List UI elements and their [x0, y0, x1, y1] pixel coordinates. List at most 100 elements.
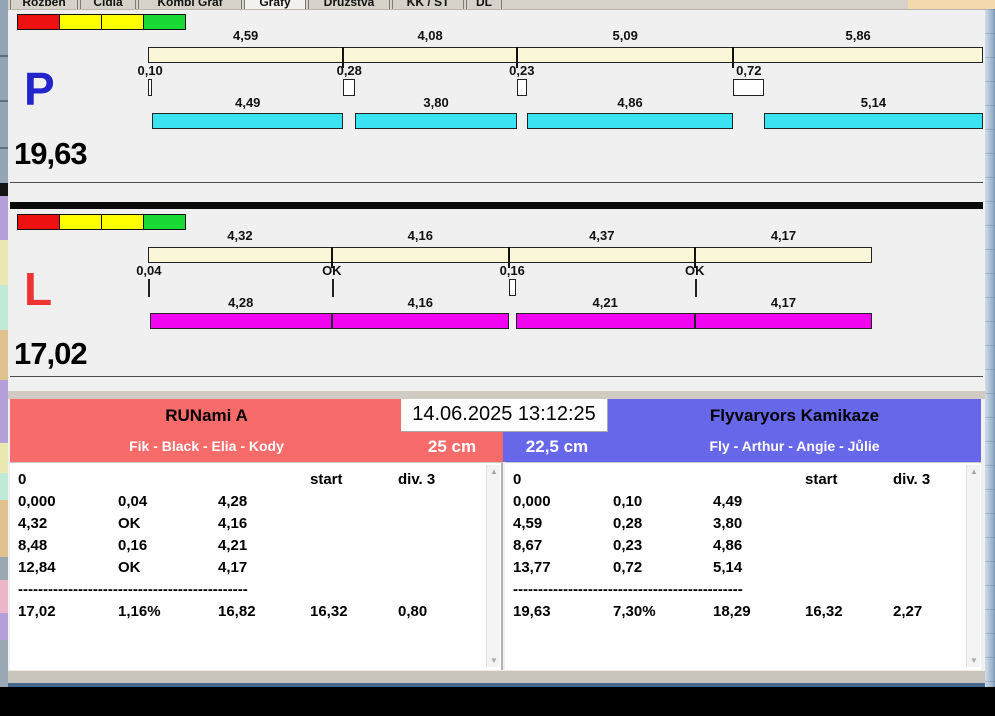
run-bar-segment: [515, 313, 695, 329]
split-time-label: 4,59: [232, 28, 259, 43]
scrollbar[interactable]: ▲ ▼: [486, 465, 500, 667]
split-time-label: 4,16: [407, 228, 433, 243]
total-value: 0,80: [398, 603, 428, 620]
run-time-label: 5,14: [860, 95, 887, 110]
ruler-tick: [0, 147, 8, 149]
lane-p-chart-panel: P 4,59 0,10 4,49 4,08 0,28 3,80 5,09 0,23 4,86 5,…: [10, 10, 983, 183]
legend-light-2: [101, 214, 144, 230]
team-right-dogs: Fly - Arthur - Angie - Jůlie: [709, 438, 880, 454]
split-cumulative: 12,84: [18, 559, 56, 576]
split-cumulative: 8,67: [513, 537, 543, 554]
total-value: 7,30%: [613, 603, 656, 620]
split-bar-segment: [343, 47, 517, 63]
split-bar-segment: [733, 47, 983, 63]
run-time-label: 4,49: [235, 95, 261, 110]
split-bar-segment: [148, 247, 332, 263]
run-bar-segment: [331, 313, 509, 329]
tab-kombi-graf[interactable]: Kombi Graf: [138, 0, 242, 9]
tab-rozb-h[interactable]: Rozběh: [10, 0, 78, 9]
total-value: 16,32: [805, 603, 843, 620]
penalty-label: 0,04: [136, 263, 162, 278]
penalty-value: OK: [118, 559, 141, 576]
penalty-value: 0,28: [613, 515, 643, 532]
scroll-up-icon[interactable]: ▲: [487, 467, 501, 476]
run-bar-segment: [149, 313, 332, 329]
run-bar-segment: [694, 313, 873, 329]
penalty-box: [508, 279, 516, 296]
legend-light-1: [59, 14, 102, 30]
penalty-value: 0,72: [613, 559, 643, 576]
lane-l-total-time: 17,02: [14, 336, 88, 371]
total-value: 19,63: [513, 603, 551, 620]
team-left-jump-height: 25 cm: [427, 437, 477, 456]
total-value: 2,27: [893, 603, 923, 620]
penalty-label: 0,23: [509, 63, 535, 78]
team-right-name: Flyvaryors Kamikaze: [709, 406, 880, 425]
scroll-down-icon[interactable]: ▼: [967, 656, 981, 665]
tab--idla[interactable]: Čidla: [80, 0, 136, 9]
tab-bar: Rozběh Čidla Kombi Graf Grafy Družstva KK / S…: [8, 0, 985, 10]
main-content: P 4,59 0,10 4,49 4,08 0,28 3,80 5,09 0,23 4,86 5,…: [8, 10, 985, 670]
run-time: 4,28: [218, 493, 248, 510]
team-right-jump-height: 22,5 cm: [525, 437, 589, 456]
total-value: 17,02: [18, 603, 56, 620]
window-bottom-edge: [8, 683, 985, 687]
result-table-right: 0 start div. 3 0,000 0,10 4,49 4,59 0,28 3,80 8,6…: [505, 462, 981, 670]
run-bar-segment: [764, 113, 983, 129]
run-bar-segment: [355, 113, 517, 129]
penalty-label: 0,10: [137, 63, 163, 78]
penalty-value: 0,16: [118, 537, 148, 554]
totals-divider: ----------------------------------------…: [18, 581, 248, 598]
scroll-down-icon[interactable]: ▼: [487, 656, 501, 665]
split-bar-segment: [516, 47, 734, 63]
penalty-label: OK: [685, 263, 705, 278]
run-time-label: 4,21: [592, 295, 618, 310]
split-time-label: 4,17: [770, 228, 797, 243]
run-time-label: 4,86: [617, 95, 643, 110]
section-divider: [8, 391, 985, 399]
tab-dru-stva[interactable]: Družstva: [308, 0, 390, 9]
run-bar-segment: [152, 113, 344, 129]
penalty-box: [516, 79, 527, 96]
split-time-label: 5,86: [845, 28, 871, 43]
team-headers: RUNami A Fik - Black - Elia - Kody Flyva…: [8, 399, 985, 462]
penalty-value: OK: [118, 515, 141, 532]
datetime-display: 14.06.2025 13:12:25: [401, 399, 608, 432]
split-cumulative: 0,000: [18, 493, 56, 510]
penalty-label: 0,72: [736, 63, 762, 78]
scroll-up-icon[interactable]: ▲: [967, 467, 981, 476]
table-header-division: div. 3: [398, 471, 436, 488]
split-bar-segment: [694, 247, 873, 263]
background-window-right-sliver: [985, 9, 995, 687]
table-header-division: div. 3: [893, 471, 931, 488]
lane-p-total-time: 19,63: [14, 136, 88, 171]
totals-divider: ----------------------------------------…: [513, 581, 743, 598]
split-time-label: 5,09: [612, 28, 638, 43]
penalty-value: 0,23: [613, 537, 643, 554]
result-tables: 0 start div. 3 0,000 0,04 4,28 4,32 OK 4,16 8,48 0…: [8, 462, 985, 670]
penalty-label: 0,28: [336, 63, 362, 78]
run-time-label: 4,28: [228, 295, 254, 310]
ruler-tick: [0, 100, 8, 102]
ruler-tick: [0, 55, 8, 57]
split-cumulative: 0,000: [513, 493, 551, 510]
split-bar-segment: [148, 47, 344, 63]
table-header-zero: 0: [513, 471, 522, 488]
tab-dl[interactable]: DL: [466, 0, 502, 9]
result-table-left: 0 start div. 3 0,000 0,04 4,28 4,32 OK 4,16 8,48 0…: [10, 462, 503, 670]
run-time: 5,14: [713, 559, 743, 576]
legend-light-0: [17, 14, 60, 30]
run-time: 4,21: [218, 537, 248, 554]
tab-grafy[interactable]: Grafy: [244, 0, 306, 9]
split-bar-segment: [331, 247, 509, 263]
scrollbar[interactable]: ▲ ▼: [966, 465, 980, 667]
split-cumulative: 13,77: [513, 559, 551, 576]
split-time-label: 4,32: [227, 228, 253, 243]
background-window-top-patch: [908, 0, 995, 9]
total-value: 16,82: [218, 603, 256, 620]
tab-kk-st[interactable]: KK / ST: [392, 0, 464, 9]
split-cumulative: 4,59: [513, 515, 543, 532]
total-value: 16,32: [310, 603, 348, 620]
lane-separator: [10, 202, 983, 209]
penalty-value: 0,10: [613, 493, 643, 510]
